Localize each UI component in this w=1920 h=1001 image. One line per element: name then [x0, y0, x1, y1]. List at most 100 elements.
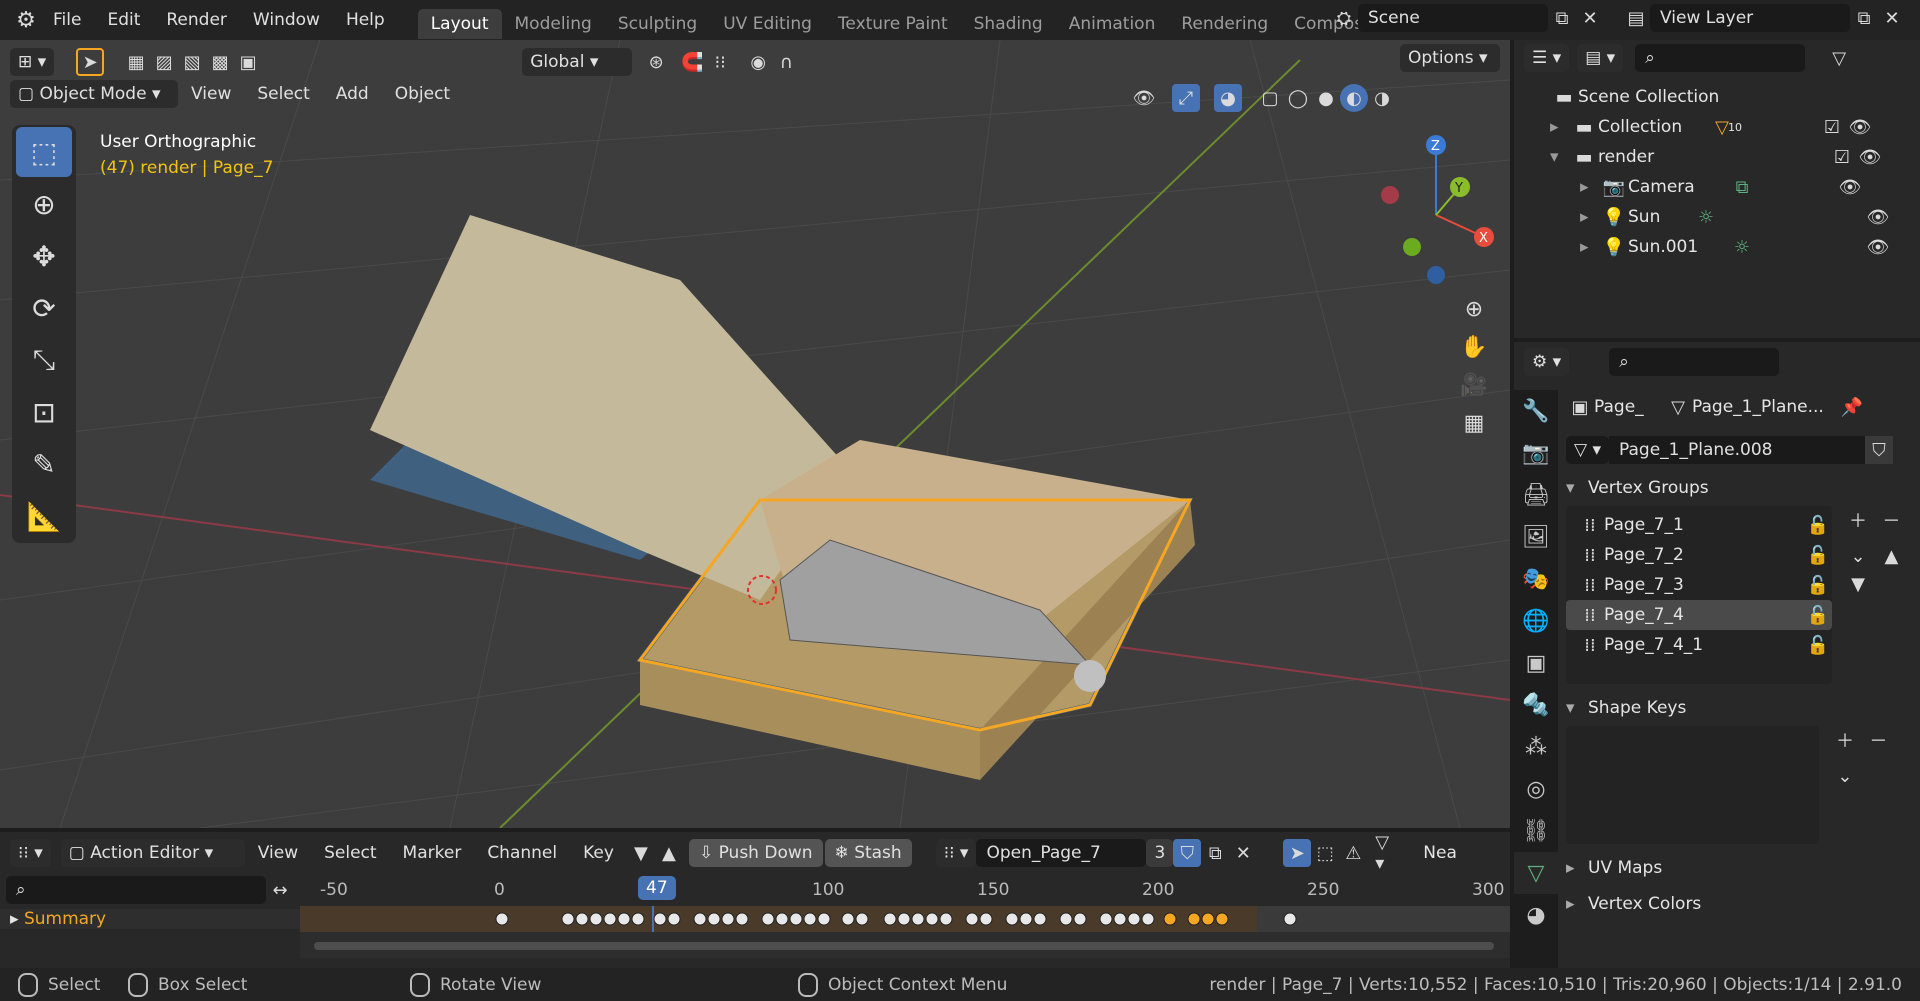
duplicate-action-icon[interactable]: ⧉: [1201, 839, 1229, 867]
specials-chevron-icon[interactable]: ⌄: [1844, 542, 1872, 570]
perspective-toggle-icon[interactable]: ▦: [1460, 409, 1488, 437]
proportional-edit-icon[interactable]: ◉: [744, 48, 772, 76]
timeline-menu-key[interactable]: Key: [570, 839, 627, 867]
scale-tool-icon[interactable]: ⤡: [16, 335, 72, 385]
unlink-action-icon[interactable]: ✕: [1229, 839, 1257, 867]
fake-user-icon[interactable]: ⛉: [1865, 436, 1894, 464]
outliner-display-mode[interactable]: ▤ ▾: [1577, 44, 1624, 72]
physics-tab-icon[interactable]: ◎: [1514, 768, 1558, 810]
action-browse-button[interactable]: ⁝⁝ ▾: [935, 839, 977, 867]
tab-animation[interactable]: Animation: [1056, 9, 1169, 39]
snap-icon[interactable]: 🧲: [678, 48, 706, 76]
zoom-icon[interactable]: ⊕: [1460, 295, 1488, 323]
swap-icon[interactable]: ↔: [266, 876, 294, 904]
output-tab-icon[interactable]: 🖨: [1514, 474, 1558, 516]
menu-help[interactable]: Help: [333, 0, 398, 40]
menu-window[interactable]: Window: [240, 0, 333, 40]
overlays-icon[interactable]: ◕: [1214, 84, 1242, 112]
filter-icon[interactable]: ▽ ▾: [1375, 832, 1403, 874]
vertex-group-item[interactable]: ⁞⁞ Page_7_3 🔓: [1566, 570, 1832, 600]
uv-maps-header[interactable]: ▸ UV Maps: [1566, 850, 1912, 886]
delete-view-layer-icon[interactable]: ✕: [1878, 4, 1906, 32]
solid-shading-icon[interactable]: ●: [1312, 84, 1340, 112]
menu-render[interactable]: Render: [153, 0, 240, 40]
pivot-point-icon[interactable]: ⊛: [642, 48, 670, 76]
properties-search-input[interactable]: ⌕: [1609, 348, 1780, 376]
world-tab-icon[interactable]: 🌐: [1514, 600, 1558, 642]
collapse-arrow-icon[interactable]: ▾: [1550, 147, 1570, 167]
cursor-tool-icon[interactable]: ⊕: [16, 179, 72, 229]
properties-editor-type[interactable]: ⚙ ▾: [1524, 348, 1570, 376]
menu-file[interactable]: File: [40, 0, 94, 40]
horizontal-scrollbar[interactable]: [314, 942, 1494, 950]
3d-viewport[interactable]: ⊞ ▾ ➤ ▦ ▨ ▧ ▩ ▣ Global ▾ ⊛ 🧲 ⁝⁝ ◉ ∩ Opti…: [0, 40, 1510, 828]
lock-icon[interactable]: 🔓: [1804, 571, 1832, 599]
outliner-item-sun-001[interactable]: ▸ 💡 Sun.001 ☼ 👁: [1514, 232, 1920, 262]
outliner-filter-icon[interactable]: ▽: [1825, 44, 1853, 72]
navigation-gizmo[interactable]: Z X Y: [1380, 135, 1510, 295]
material-shading-icon[interactable]: ◐: [1340, 84, 1368, 112]
snapping-mode-label[interactable]: Nea: [1423, 843, 1457, 863]
material-tab-icon[interactable]: ◕: [1514, 894, 1558, 936]
shape-keys-header[interactable]: ▾ Shape Keys: [1566, 690, 1912, 726]
move-tool-icon[interactable]: ✥: [16, 231, 72, 281]
modifier-tab-icon[interactable]: 🔩: [1514, 684, 1558, 726]
particles-tab-icon[interactable]: ⁂: [1514, 726, 1558, 768]
select-mode-extend-icon[interactable]: ▨: [150, 48, 178, 76]
tab-modeling[interactable]: Modeling: [502, 9, 605, 39]
blender-logo-icon[interactable]: ⚙: [12, 6, 40, 34]
lock-icon[interactable]: 🔓: [1804, 511, 1832, 539]
tab-uv-editing[interactable]: UV Editing: [710, 9, 825, 39]
tab-rendering[interactable]: Rendering: [1168, 9, 1281, 39]
tab-texture-paint[interactable]: Texture Paint: [825, 9, 961, 39]
pan-hand-icon[interactable]: ✋: [1460, 333, 1488, 361]
move-up-icon[interactable]: ▲: [1877, 542, 1905, 570]
scene-icon[interactable]: ⛭: [1330, 4, 1358, 32]
add-icon[interactable]: ＋: [1831, 726, 1859, 754]
expand-arrow-icon[interactable]: ▸: [1580, 237, 1600, 257]
pin-icon[interactable]: 📌: [1838, 393, 1866, 421]
delete-scene-icon[interactable]: ✕: [1576, 4, 1604, 32]
new-scene-icon[interactable]: ⧉: [1548, 4, 1576, 32]
outliner-item-render[interactable]: ▾ ▬ render ☑ 👁: [1514, 142, 1920, 172]
mesh-data-tab-icon[interactable]: ▽: [1514, 852, 1558, 894]
frame-ruler[interactable]: -50 0 47 100 150 200 250 300: [300, 874, 1510, 906]
timeline-menu-view[interactable]: View: [245, 839, 311, 867]
object-tab-icon[interactable]: ▣: [1514, 642, 1558, 684]
mode-dropdown[interactable]: ▢ Object Mode ▾: [10, 80, 178, 108]
remove-icon[interactable]: －: [1864, 726, 1892, 754]
channel-search-input[interactable]: ⌕: [6, 876, 266, 904]
outliner-scene-collection[interactable]: ▬ Scene Collection: [1514, 82, 1920, 112]
new-view-layer-icon[interactable]: ⧉: [1850, 4, 1878, 32]
remove-icon[interactable]: －: [1877, 506, 1905, 534]
vertex-group-item[interactable]: ⁞⁞ Page_7_2 🔓: [1566, 540, 1832, 570]
vp-menu-select[interactable]: Select: [244, 80, 322, 108]
layer-down-icon[interactable]: ▼: [627, 839, 655, 867]
select-tool-icon[interactable]: ➤: [76, 48, 105, 76]
expand-arrow-icon[interactable]: ▸: [1580, 177, 1600, 197]
mesh-browse-button[interactable]: ▽ ▾: [1566, 436, 1610, 464]
move-down-icon[interactable]: ▼: [1844, 570, 1872, 598]
xray-icon[interactable]: ▢: [1256, 84, 1284, 112]
measure-tool-icon[interactable]: 📐: [16, 491, 72, 541]
editor-type-button[interactable]: ⊞ ▾: [10, 48, 55, 76]
push-down-button[interactable]: ⇩ Push Down: [688, 839, 823, 867]
eye-icon[interactable]: 👁: [1864, 233, 1892, 261]
show-hidden-icon[interactable]: ⬚: [1311, 839, 1339, 867]
eye-icon[interactable]: 👁: [1846, 113, 1874, 141]
expand-arrow-icon[interactable]: ▸: [1550, 117, 1570, 137]
action-users-count[interactable]: 3: [1146, 839, 1174, 867]
rendered-shading-icon[interactable]: ◑: [1368, 84, 1396, 112]
tab-shading[interactable]: Shading: [961, 9, 1056, 39]
add-icon[interactable]: ＋: [1844, 506, 1872, 534]
visibility-icon[interactable]: 👁: [1130, 84, 1158, 112]
falloff-icon[interactable]: ∩: [772, 48, 800, 76]
scene-tab-icon[interactable]: 🎭: [1514, 558, 1558, 600]
lock-icon[interactable]: 🔓: [1804, 601, 1832, 629]
options-dropdown[interactable]: Options ▾: [1400, 44, 1500, 72]
vp-menu-object[interactable]: Object: [382, 80, 463, 108]
timeline-menu-select[interactable]: Select: [311, 839, 389, 867]
lock-icon[interactable]: 🔓: [1804, 541, 1832, 569]
checkbox-icon[interactable]: ☑: [1818, 113, 1846, 141]
select-box-tool-icon[interactable]: ⬚: [16, 127, 72, 177]
